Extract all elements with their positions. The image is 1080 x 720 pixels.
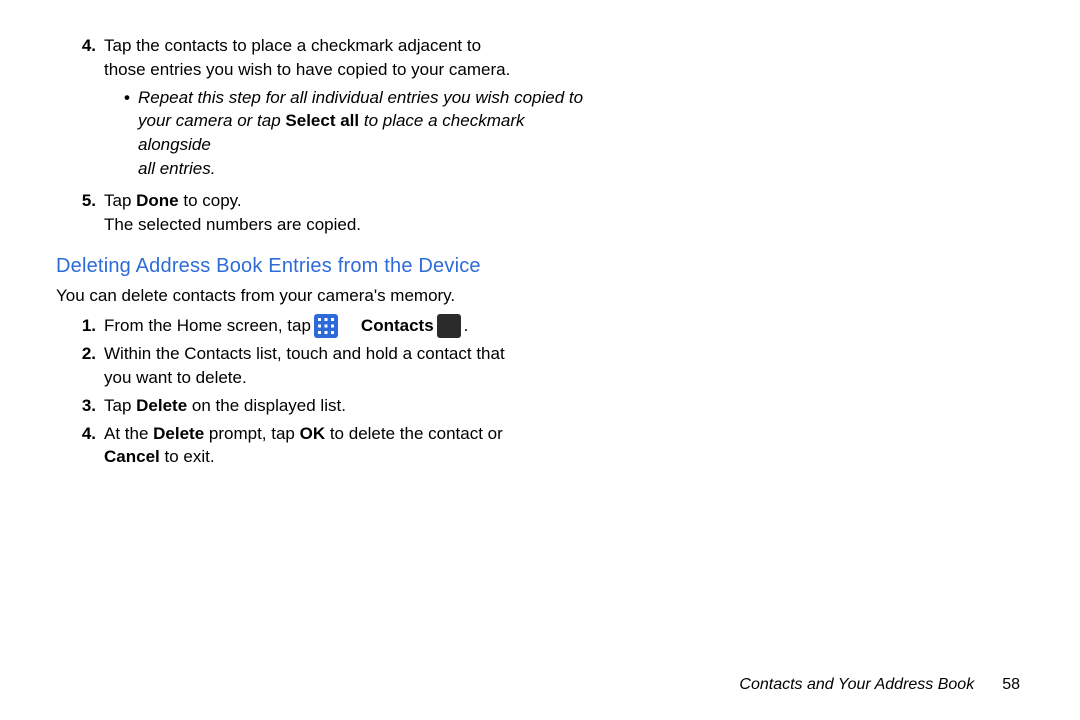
- d1-text: From the Home screen, tap: [104, 314, 311, 338]
- section-heading: Deleting Address Book Entries from the D…: [56, 252, 596, 280]
- sub-bullet: • Repeat this step for all individual en…: [104, 86, 596, 181]
- delete-step-1: 1. From the Home screen, tap Contacts: [56, 314, 596, 338]
- d3-bold: Delete: [136, 396, 187, 415]
- bullet-line3: all entries.: [138, 159, 215, 178]
- step-body: Tap the contacts to place a checkmark ad…: [104, 34, 596, 185]
- step-number: 1.: [56, 314, 104, 338]
- contacts-app-icon: [437, 314, 461, 338]
- page-number: 58: [1002, 674, 1020, 696]
- page: 4. Tap the contacts to place a checkmark…: [0, 0, 1080, 720]
- bullet-dot: •: [124, 86, 138, 181]
- step-text-line1: Tap the contacts to place a checkmark ad…: [104, 36, 481, 55]
- d4-bold2: OK: [300, 424, 326, 443]
- delete-step-2: 2. Within the Contacts list, touch and h…: [56, 342, 596, 390]
- d4-b: prompt, tap: [204, 424, 299, 443]
- content-column: 4. Tap the contacts to place a checkmark…: [56, 34, 596, 469]
- footer-section-title: Contacts and Your Address Book: [739, 674, 974, 696]
- step5-line2: The selected numbers are copied.: [104, 215, 361, 234]
- step5-a1: Tap: [104, 191, 136, 210]
- step-number: 2.: [56, 342, 104, 390]
- page-footer: Contacts and Your Address Book 58: [739, 674, 1020, 696]
- d4-line2-bold: Cancel: [104, 447, 160, 466]
- step-5: 5. Tap Done to copy. The selected number…: [56, 189, 596, 237]
- section-intro: You can delete contacts from your camera…: [56, 284, 596, 308]
- step-4: 4. Tap the contacts to place a checkmark…: [56, 34, 596, 185]
- d3-a: Tap: [104, 396, 136, 415]
- bullet-bold: Select all: [285, 111, 359, 130]
- step5-a2: to copy.: [179, 191, 242, 210]
- apps-grid-icon: [314, 314, 338, 338]
- d1-period: .: [464, 314, 469, 338]
- d4-line2-rest: to exit.: [160, 447, 215, 466]
- step-body: From the Home screen, tap Contacts: [104, 314, 596, 338]
- d3-b: on the displayed list.: [187, 396, 346, 415]
- d2-line2: you want to delete.: [104, 368, 247, 387]
- step-number: 4.: [56, 34, 104, 185]
- step-number: 4.: [56, 422, 104, 470]
- bullet-line2a: your camera or tap: [138, 111, 285, 130]
- step-body: Within the Contacts list, touch and hold…: [104, 342, 596, 390]
- step-body: Tap Done to copy. The selected numbers a…: [104, 189, 596, 237]
- step-body: At the Delete prompt, tap OK to delete t…: [104, 422, 596, 470]
- step-text-line2: those entries you wish to have copied to…: [104, 60, 510, 79]
- delete-step-3: 3. Tap Delete on the displayed list.: [56, 394, 596, 418]
- contacts-label: Contacts: [361, 314, 434, 338]
- bullet-text: Repeat this step for all individual entr…: [138, 86, 596, 181]
- d4-a: At the: [104, 424, 153, 443]
- d4-bold1: Delete: [153, 424, 204, 443]
- d4-c: to delete the contact or: [325, 424, 503, 443]
- d2-line1: Within the Contacts list, touch and hold…: [104, 344, 505, 363]
- bullet-line1: Repeat this step for all individual entr…: [138, 88, 583, 107]
- step-number: 3.: [56, 394, 104, 418]
- step-body: Tap Delete on the displayed list.: [104, 394, 596, 418]
- step5-bold: Done: [136, 191, 179, 210]
- step-number: 5.: [56, 189, 104, 237]
- delete-step-4: 4. At the Delete prompt, tap OK to delet…: [56, 422, 596, 470]
